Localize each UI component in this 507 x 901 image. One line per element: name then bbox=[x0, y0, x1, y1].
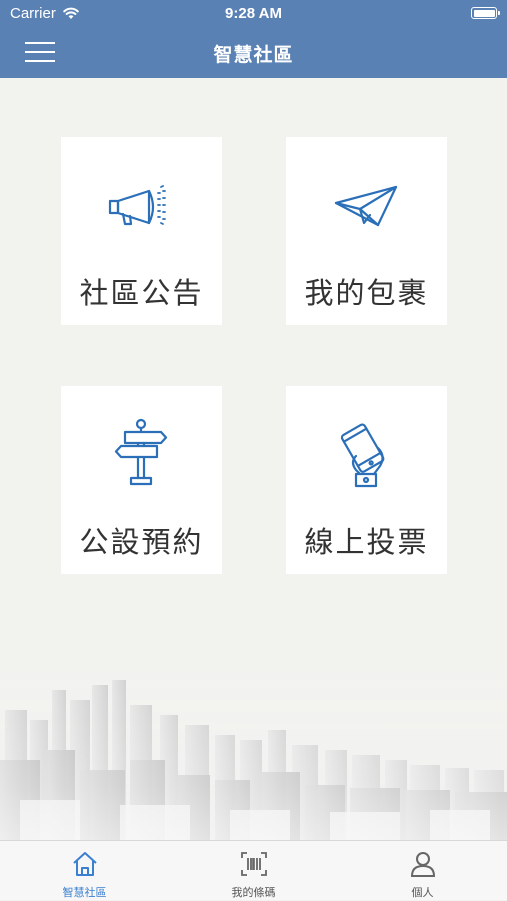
signpost-icon bbox=[114, 418, 168, 486]
bottom-tab-bar: 智慧社區 我的條碼 個人 bbox=[0, 840, 507, 900]
battery-icon bbox=[471, 7, 500, 19]
phone-vote-icon bbox=[340, 423, 385, 488]
clock: 9:28 AM bbox=[225, 5, 282, 22]
home-icon bbox=[73, 852, 97, 876]
megaphone-icon bbox=[108, 185, 166, 226]
tile-facility-booking[interactable]: 公設預約 bbox=[61, 386, 222, 574]
tab-label: 我的條碼 bbox=[231, 886, 276, 899]
tile-label: 線上投票 bbox=[304, 525, 429, 559]
barcode-icon bbox=[241, 852, 267, 876]
person-icon bbox=[410, 852, 436, 877]
tile-label: 社區公告 bbox=[79, 276, 204, 310]
tile-my-packages[interactable]: 我的包裹 bbox=[286, 137, 447, 325]
tab-label: 智慧社區 bbox=[62, 886, 107, 899]
tab-personal[interactable]: 個人 bbox=[338, 841, 507, 901]
tab-smart-community[interactable]: 智慧社區 bbox=[0, 841, 169, 901]
tile-community-announcements[interactable]: 社區公告 bbox=[61, 137, 222, 325]
tab-label: 個人 bbox=[411, 886, 434, 899]
tile-label: 我的包裹 bbox=[304, 276, 429, 310]
top-header: Carrier 9:28 AM 智慧社區 bbox=[0, 0, 507, 78]
tab-my-barcode[interactable]: 我的條碼 bbox=[169, 841, 338, 901]
paper-plane-icon bbox=[334, 185, 398, 227]
status-bar: Carrier 9:28 AM bbox=[0, 0, 507, 28]
tile-online-voting[interactable]: 線上投票 bbox=[286, 386, 447, 574]
page-title: 智慧社區 bbox=[213, 44, 294, 66]
tile-label: 公設預約 bbox=[79, 525, 204, 559]
city-skyline-illustration bbox=[0, 660, 507, 840]
